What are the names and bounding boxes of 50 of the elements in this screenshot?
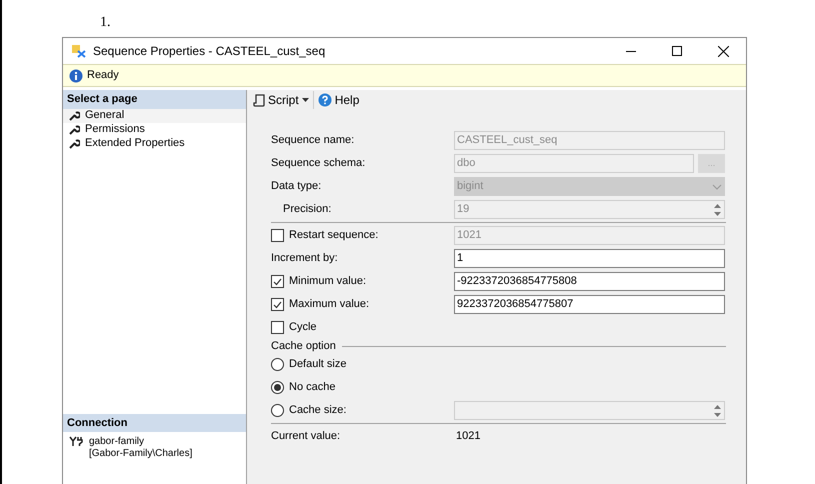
radio-button[interactable] (271, 381, 284, 394)
field-label: Cycle (289, 320, 317, 336)
script-button[interactable]: Script (253, 91, 314, 109)
field-label: Maximum value: (289, 297, 370, 312)
field-label: Minimum value: (289, 274, 366, 290)
input-field[interactable]: -9223372036854775808 (454, 272, 725, 291)
page-item[interactable]: General (63, 108, 246, 122)
input-field[interactable]: 1 (454, 249, 725, 268)
field-label: Default size (289, 357, 346, 372)
input-field[interactable]: 9223372036854775807 (454, 295, 725, 314)
list-number: 1. (100, 15, 110, 30)
help-icon (318, 93, 332, 107)
group-heading: Cache option (271, 338, 336, 354)
chevron-down-icon (712, 184, 722, 190)
wrench-icon (69, 110, 80, 121)
script-icon (253, 94, 265, 106)
field-label: Sequence name: (271, 133, 354, 148)
page-item[interactable]: Permissions (63, 122, 246, 136)
checkbox[interactable] (271, 298, 284, 311)
connection-text: [Gabor-Family\Charles] (89, 448, 192, 460)
field-label: Increment by: (271, 251, 338, 266)
checkbox[interactable] (271, 275, 284, 288)
field-label: Sequence schema: (271, 156, 366, 172)
field-label: Precision: (283, 202, 332, 218)
page-item[interactable]: Extended Properties (63, 136, 246, 150)
checkbox[interactable] (271, 321, 284, 334)
field-label: No cache (289, 380, 336, 396)
connection-text: gabor-family (89, 436, 146, 448)
field-label: Restart sequence: (289, 228, 378, 244)
wrench-icon (69, 124, 80, 135)
window-title: Sequence Properties - CASTEEL_cust_seq (93, 43, 326, 60)
wrench-icon (69, 138, 80, 149)
field-label: Data type: (271, 179, 322, 194)
maximize-icon (672, 46, 682, 56)
caret-icon (302, 98, 309, 102)
current-value: 1021 (455, 429, 482, 444)
info-icon (69, 68, 83, 82)
close-icon (718, 46, 728, 56)
section-header: Connection (63, 414, 246, 432)
sequence-icon (71, 44, 87, 58)
field-label: Cache size: (289, 403, 346, 418)
help-button[interactable]: Help (318, 91, 360, 109)
minimize-icon (626, 50, 636, 52)
checkmark-icon (273, 300, 282, 308)
status-text: Ready (87, 68, 119, 84)
checkmark-icon (273, 278, 282, 286)
field-label: Current value: (271, 429, 340, 444)
radio-button[interactable] (271, 358, 284, 371)
connection-icon (69, 436, 83, 446)
section-header: Select a page (63, 90, 246, 108)
